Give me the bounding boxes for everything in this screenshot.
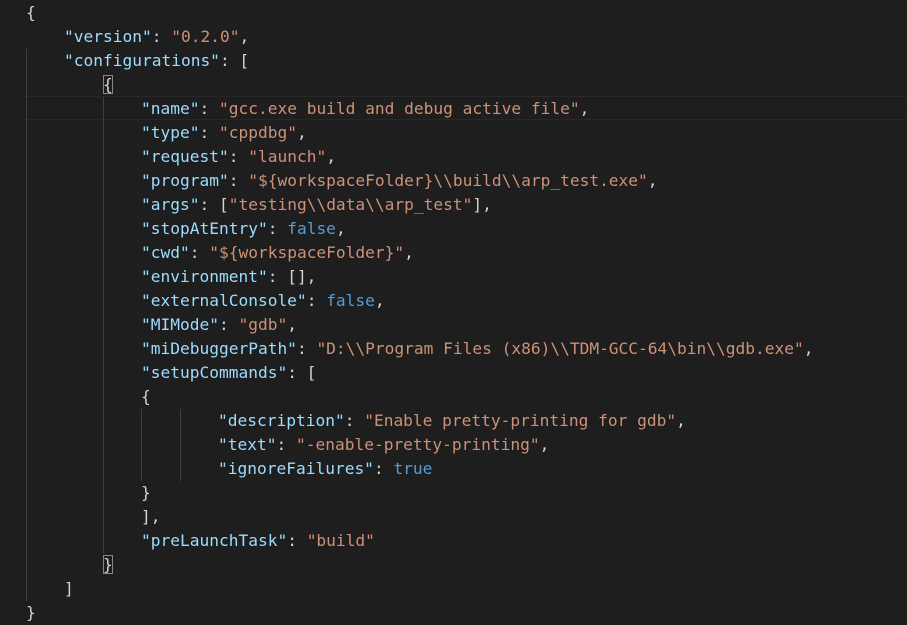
json-punctuation: , [239,27,250,46]
json-punctuation: , [404,243,414,262]
code-line[interactable]: "request": "launch", [0,145,907,169]
code-line[interactable]: "type": "cppdbg", [0,121,907,145]
code-line[interactable]: "name": "gcc.exe build and debug active … [0,97,907,121]
code-line[interactable]: "version": "0.2.0", [0,25,907,49]
json-string: "testing\\data\\arp_test" [228,195,473,214]
code-line[interactable]: } [0,601,907,625]
json-key: "request" [141,147,229,166]
json-punctuation: : [218,315,239,334]
code-line[interactable]: ] [0,577,907,601]
json-punctuation: : [228,147,249,166]
json-boolean: false [326,291,375,310]
code-line[interactable]: "program": "${workspaceFolder}\\build\\a… [0,169,907,193]
json-punctuation: { [141,387,151,406]
json-key: "setupCommands" [141,363,288,382]
code-line[interactable]: "externalConsole": false, [0,289,907,313]
json-string: "gcc.exe build and debug active file" [218,99,580,118]
json-punctuation: : [287,531,307,550]
code-line[interactable]: "setupCommands": [ [0,361,907,385]
json-key: "type" [141,123,200,142]
json-key: "ignoreFailures" [218,459,374,478]
json-string: "-enable-pretty-printing" [295,435,540,454]
json-punctuation: : [373,459,394,478]
json-punctuation: , [326,147,336,166]
json-key: "stopAtEntry" [141,219,268,238]
json-key: "cwd" [141,243,190,262]
json-punctuation: , [676,411,686,430]
code-line[interactable]: } [0,553,907,577]
json-punctuation: , [579,99,590,118]
json-string: "D:\\Program Files (x86)\\TDM-GCC-64\bin… [316,339,804,358]
code-editor[interactable]: {"version": "0.2.0", "configurations": [{… [0,0,907,625]
code-line[interactable]: "environment": [], [0,265,907,289]
json-string: "build" [306,531,375,550]
code-line[interactable]: "stopAtEntry": false, [0,217,907,241]
json-string: "${workspaceFolder}" [209,243,405,262]
json-boolean: false [287,219,336,238]
json-punctuation: , [287,315,297,334]
json-punctuation: : [306,291,327,310]
json-string: "${workspaceFolder}\\build\\arp_test.exe… [248,171,648,190]
json-punctuation: , [296,123,307,142]
code-line[interactable]: "ignoreFailures": true [0,457,907,481]
code-line[interactable]: "args": ["testing\\data\\arp_test"], [0,193,907,217]
code-line[interactable]: "cwd": "${workspaceFolder}", [0,241,907,265]
json-punctuation: } [26,603,36,622]
json-key: "text" [218,435,277,454]
json-string: "cppdbg" [218,123,297,142]
code-line[interactable]: "configurations": [ [0,49,907,73]
json-string: "0.2.0" [171,27,240,46]
json-punctuation: ] [64,579,74,598]
json-punctuation: , [374,291,385,310]
json-key: "args" [141,195,200,214]
json-punctuation: : [], [267,267,317,286]
json-key: "preLaunchTask" [141,531,288,550]
matched-bracket: { [103,75,113,94]
json-key: "program" [141,171,229,190]
json-punctuation: : [228,171,249,190]
json-punctuation: : [ [199,195,229,214]
json-key: "environment" [141,267,268,286]
code-line[interactable]: { [0,73,907,97]
json-key: "version" [64,27,152,46]
json-punctuation: : [344,411,365,430]
code-line[interactable]: "miDebuggerPath": "D:\\Program Files (x8… [0,337,907,361]
code-line[interactable]: { [0,385,907,409]
json-punctuation: : [ [219,51,250,70]
json-punctuation: , [539,435,550,454]
json-punctuation: : [199,123,219,142]
json-punctuation: , [803,339,814,358]
matched-bracket: } [103,555,113,574]
code-line[interactable]: { [0,1,907,25]
json-string: "Enable pretty-printing for gdb" [364,411,677,430]
code-line[interactable]: ], [0,505,907,529]
code-line[interactable]: "text": "-enable-pretty-printing", [0,433,907,457]
json-key: "externalConsole" [141,291,307,310]
json-punctuation: , [335,219,346,238]
code-line[interactable]: } [0,481,907,505]
json-key: "description" [218,411,345,430]
code-line[interactable]: "description": "Enable pretty-printing f… [0,409,907,433]
json-string: "gdb" [238,315,288,334]
json-punctuation: : [296,339,317,358]
json-punctuation: : [276,435,296,454]
json-punctuation: { [26,3,36,22]
json-punctuation: } [141,483,151,502]
json-key: "miDebuggerPath" [141,339,297,358]
code-line[interactable]: "preLaunchTask": "build" [0,529,907,553]
json-punctuation: : [151,27,172,46]
json-key: "MIMode" [141,315,219,334]
json-punctuation: , [647,171,658,190]
json-punctuation: ], [141,507,161,526]
json-punctuation: : [189,243,210,262]
json-key: "name" [141,99,200,118]
json-punctuation: : [199,99,219,118]
json-punctuation: : [ [287,363,317,382]
json-key: "configurations" [64,51,220,70]
json-string: "launch" [248,147,327,166]
json-punctuation: ], [472,195,492,214]
json-punctuation: : [267,219,288,238]
code-line[interactable]: "MIMode": "gdb", [0,313,907,337]
json-boolean: true [393,459,433,478]
